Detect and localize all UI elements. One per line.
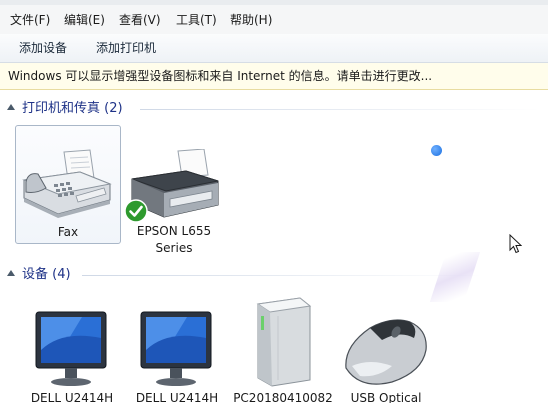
device-name-mouse: USB Optical: [350, 391, 422, 403]
device-name-fax: Fax: [57, 225, 79, 239]
collapse-chevron-icon[interactable]: [7, 104, 15, 110]
section-divider: [140, 109, 540, 110]
add-printer-button[interactable]: 添加打印机: [96, 40, 156, 56]
menu-help[interactable]: 帮助(H): [230, 12, 272, 28]
section-divider: [82, 275, 482, 276]
info-bar[interactable]: Windows 可以显示增强型设备图标和来自 Internet 的信息。请单击进…: [0, 63, 548, 90]
device-tile-monitor-1[interactable]: DELL U2414H: [22, 306, 122, 403]
section-title-devices: 设备 (4): [22, 267, 71, 282]
menu-file[interactable]: 文件(F): [10, 12, 50, 28]
blue-dot: [431, 145, 442, 156]
fax-icon: [22, 149, 112, 218]
device-tile-fax[interactable]: Fax: [15, 125, 121, 244]
devices-and-printers-window: 文件(F) 编辑(E) 查看(V) 工具(T) 帮助(H) 添加设备 添加打印机…: [0, 0, 548, 403]
device-tile-mouse[interactable]: USB Optical: [336, 306, 436, 403]
computer-icon: [256, 297, 312, 387]
mouse-icon: [345, 319, 427, 385]
menu-edit[interactable]: 编辑(E): [64, 12, 105, 28]
device-name-computer: PC20180410082: [233, 391, 333, 403]
mouse-cursor-icon: [509, 234, 522, 254]
add-device-button[interactable]: 添加设备: [19, 40, 67, 56]
monitor-icon: [35, 311, 107, 386]
device-name-epson-line1: EPSON L655: [136, 224, 212, 238]
device-name-epson-line2: Series: [155, 241, 193, 255]
device-name-monitor-2: DELL U2414H: [135, 391, 219, 403]
menu-tools[interactable]: 工具(T): [176, 12, 217, 28]
info-bar-text[interactable]: Windows 可以显示增强型设备图标和来自 Internet 的信息。请单击进…: [8, 68, 432, 84]
section-header-printers[interactable]: 打印机和传真 (2): [0, 100, 548, 118]
default-printer-check-icon: [124, 199, 148, 223]
menu-view[interactable]: 查看(V): [119, 12, 161, 28]
device-tile-monitor-2[interactable]: DELL U2414H: [127, 306, 227, 403]
command-toolbar: 添加设备 添加打印机: [0, 34, 548, 63]
device-tile-computer[interactable]: PC20180410082: [228, 296, 338, 403]
monitor-icon: [140, 311, 212, 386]
section-title-printers: 打印机和传真 (2): [22, 101, 123, 116]
collapse-chevron-icon[interactable]: [7, 270, 15, 276]
device-tile-epson-printer[interactable]: EPSON L655 Series: [122, 125, 226, 259]
menu-bar: 文件(F) 编辑(E) 查看(V) 工具(T) 帮助(H): [0, 0, 548, 35]
title-bar-edge: [0, 0, 548, 5]
device-name-monitor-1: DELL U2414H: [30, 391, 114, 403]
